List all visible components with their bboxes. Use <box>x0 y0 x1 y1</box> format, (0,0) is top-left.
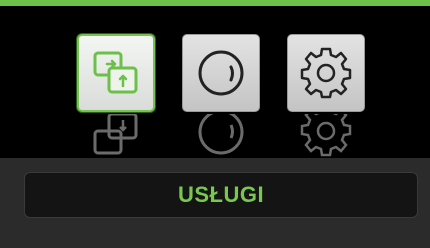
menu-tile-settings[interactable] <box>287 34 365 112</box>
gear-icon <box>300 47 352 99</box>
reflection-transfer <box>77 114 155 164</box>
reflection-gear <box>287 114 365 164</box>
transfer-icon <box>93 51 138 94</box>
reflection-knob <box>182 114 260 164</box>
selected-item-label-box: USŁUGI <box>24 172 418 218</box>
knob-icon <box>198 50 244 96</box>
menu-screen: USŁUGI <box>0 0 430 248</box>
menu-tile-knob[interactable] <box>182 34 260 112</box>
selected-item-label: USŁUGI <box>177 182 265 207</box>
accent-bar <box>0 0 430 6</box>
menu-tile-services[interactable] <box>77 34 155 112</box>
